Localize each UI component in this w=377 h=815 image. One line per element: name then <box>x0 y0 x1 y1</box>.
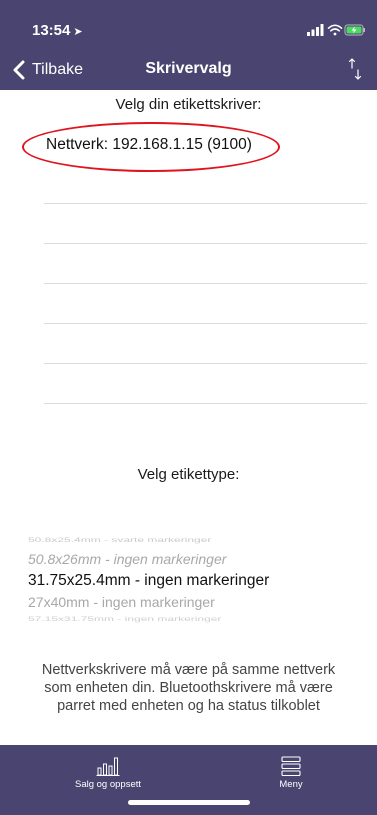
label-type-picker[interactable]: 50.8x25.4mm - svarte markeringer 50.8x26… <box>0 532 377 624</box>
cellular-signal-icon <box>307 24 324 36</box>
label-type-section-heading: Velg etikettype: <box>137 466 240 483</box>
picker-option[interactable]: 50.8x26mm - ingen markeringer <box>28 551 226 567</box>
picker-option[interactable]: 57.15x31.75mm - ingen markeringer <box>28 615 221 623</box>
menu-icon <box>281 756 301 777</box>
navigation-bar: Tilbake Skrivervalg <box>0 50 377 90</box>
home-indicator <box>128 800 250 805</box>
sort-arrows-icon[interactable] <box>348 57 362 81</box>
page-title: Skrivervalg <box>145 60 232 77</box>
list-separator <box>44 403 367 404</box>
tab-label: Salg og oppsett <box>74 779 142 790</box>
list-separator <box>44 203 367 204</box>
status-time-text: 13:54 <box>32 22 71 39</box>
list-separator <box>44 363 367 364</box>
status-icons <box>307 23 367 42</box>
picker-option-selected[interactable]: 31.75x25.4mm - ingen markeringer <box>28 572 269 590</box>
wifi-icon <box>327 24 343 36</box>
top-bar: 13:54 ➤ Tilbake Skrivervalg <box>0 0 377 90</box>
picker-option[interactable]: 50.8x25.4mm - svarte markeringer <box>28 536 211 544</box>
location-arrow-icon: ➤ <box>73 26 83 38</box>
status-time: 13:54 ➤ <box>32 22 83 39</box>
tab-salg-og-oppsett[interactable]: Salg og oppsett <box>33 745 183 805</box>
tab-meny[interactable]: Meny <box>216 745 366 805</box>
picker-option[interactable]: 27x40mm - ingen markeringer <box>28 594 215 610</box>
list-separator <box>44 243 367 244</box>
tab-label: Meny <box>279 779 303 790</box>
highlight-ring <box>22 122 280 172</box>
list-separator <box>44 323 367 324</box>
status-bar: 13:54 ➤ <box>0 0 377 50</box>
bar-chart-icon <box>96 757 120 776</box>
info-text: Nettverkskrivere må være på samme nettve… <box>41 662 336 714</box>
printer-section-heading: Velg din etikettskriver: <box>115 96 262 113</box>
list-separator <box>44 283 367 284</box>
battery-charging-icon <box>344 24 365 36</box>
